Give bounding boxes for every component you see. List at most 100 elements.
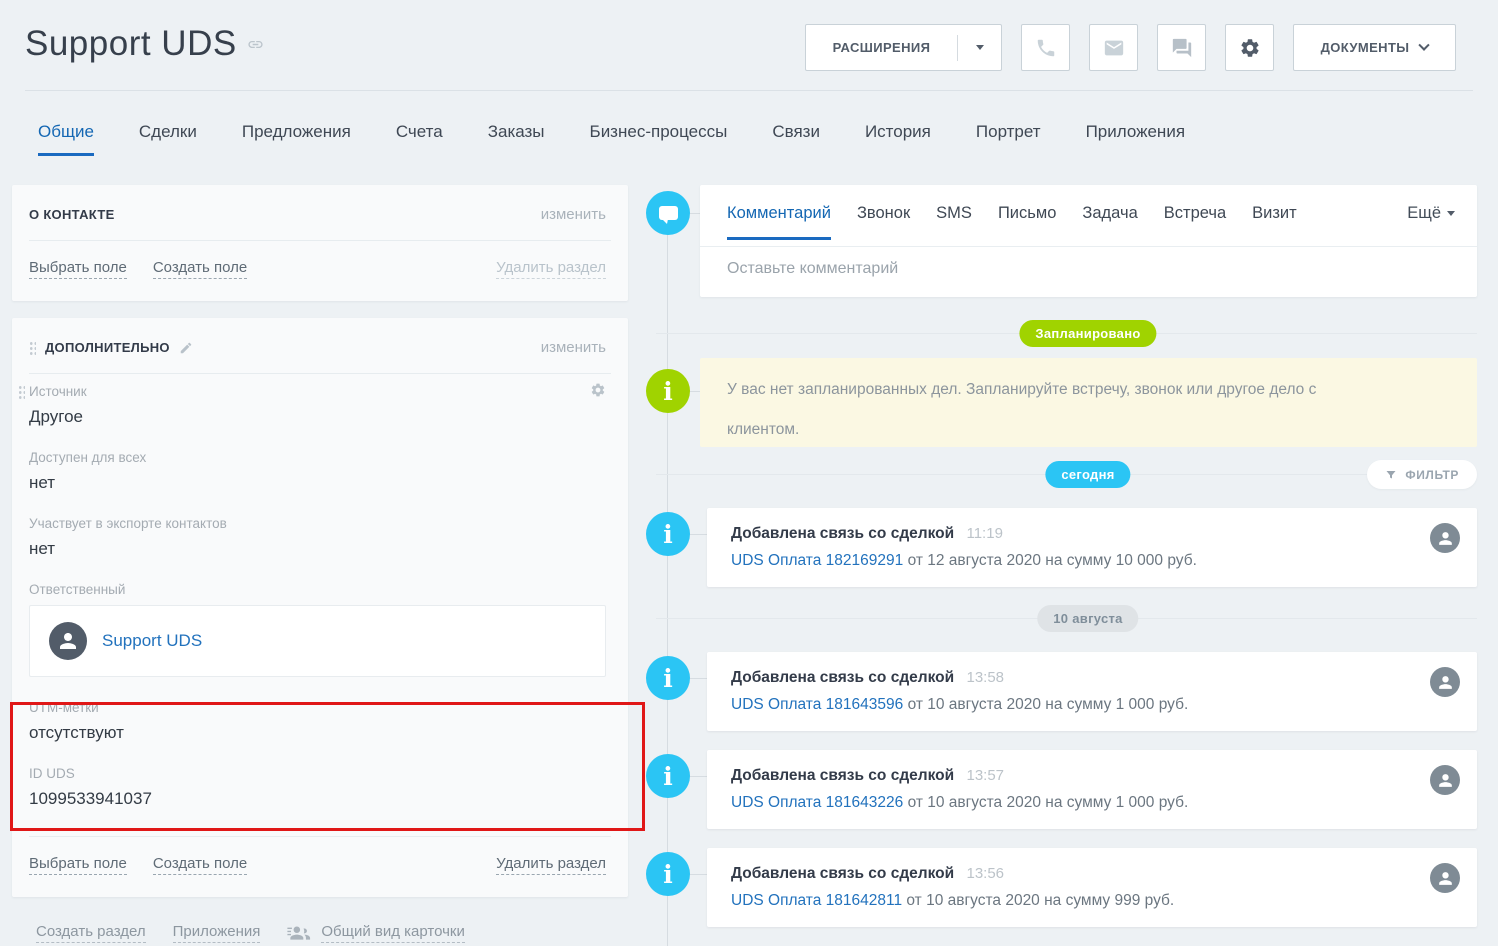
additional-create-field-link[interactable]: Создать поле [153, 855, 247, 875]
chat-icon [1171, 37, 1193, 59]
extensions-button[interactable]: РАСШИРЕНИЯ [805, 24, 1002, 71]
timeline-connector [690, 678, 707, 679]
person-icon [1436, 529, 1455, 548]
responsible-name-link[interactable]: Support UDS [102, 631, 202, 651]
planned-badge: Запланировано [1019, 320, 1156, 347]
additional-section-title: ДОПОЛНИТЕЛЬНО [45, 340, 170, 355]
composer-tab-comment[interactable]: Комментарий [727, 204, 831, 240]
info-marker-icon: i [646, 754, 690, 798]
field-responsible: Ответственный Support UDS [29, 582, 606, 677]
composer-more-label: Ещё [1407, 204, 1441, 223]
tab-relations[interactable]: Связи [772, 122, 820, 156]
timeline-entry: Добавлена связь со сделкой 13:56 UDS Опл… [707, 848, 1477, 927]
tab-deals[interactable]: Сделки [139, 122, 197, 156]
tab-apps[interactable]: Приложения [1086, 122, 1185, 156]
entry-title: Добавлена связь со сделкой [731, 669, 954, 686]
comment-input[interactable] [727, 260, 1450, 278]
section-drag-handle-icon[interactable] [29, 341, 36, 355]
composer-tab-task[interactable]: Задача [1082, 204, 1137, 240]
entry-text: от 10 августа 2020 на сумму 1 000 руб. [908, 794, 1189, 811]
avatar[interactable] [1430, 523, 1460, 553]
avatar [49, 622, 87, 660]
rename-section-pencil-icon[interactable] [179, 341, 193, 355]
entry-title: Добавлена связь со сделкой [731, 767, 954, 784]
card-view-link[interactable]: Общий вид карточки [321, 923, 465, 943]
avatar[interactable] [1430, 863, 1460, 893]
header-actions: РАСШИРЕНИЯ ДОКУМЕНТЫ [805, 24, 1456, 71]
composer-more-menu[interactable]: Ещё [1407, 204, 1455, 223]
email-button[interactable] [1089, 24, 1138, 71]
composer-tab-call[interactable]: Звонок [857, 204, 910, 240]
entry-text: от 10 августа 2020 на сумму 999 руб. [906, 892, 1174, 909]
timeline-connector [690, 534, 707, 535]
additional-delete-section-link[interactable]: Удалить раздел [496, 855, 606, 875]
crm-tab-bar: Общие Сделки Предложения Счета Заказы Би… [38, 122, 1185, 156]
caret-down-icon [1447, 211, 1455, 216]
composer-tab-visit[interactable]: Визит [1252, 204, 1297, 240]
deal-link[interactable]: UDS Оплата 182169291 [731, 552, 903, 569]
field-available-value: нет [29, 473, 606, 493]
deal-link[interactable]: UDS Оплата 181642811 [731, 892, 902, 909]
call-button[interactable] [1021, 24, 1070, 71]
additional-edit-link[interactable]: изменить [541, 339, 606, 356]
no-planned-text: У вас нет запланированных дел. Запланиру… [727, 370, 1387, 450]
no-planned-notice: У вас нет запланированных дел. Запланиру… [700, 358, 1477, 447]
about-section-title: О КОНТАКТЕ [29, 207, 115, 222]
caret-down-icon [976, 45, 984, 50]
field-source: Источник Другое [29, 384, 606, 427]
documents-button[interactable]: ДОКУМЕНТЫ [1293, 24, 1456, 71]
apps-link[interactable]: Приложения [173, 923, 261, 943]
entry-time: 13:58 [966, 669, 1004, 686]
about-create-field-link[interactable]: Создать поле [153, 259, 247, 279]
tab-invoices[interactable]: Счета [396, 122, 443, 156]
tab-history[interactable]: История [865, 122, 931, 156]
timeline-line [667, 213, 668, 946]
info-marker-green-icon: i [646, 369, 690, 413]
person-icon [1436, 771, 1455, 790]
person-icon [1436, 869, 1455, 888]
composer-tab-meeting[interactable]: Встреча [1164, 204, 1226, 240]
composer-tab-sms[interactable]: SMS [936, 204, 972, 240]
additional-select-field-link[interactable]: Выбрать поле [29, 855, 127, 875]
tab-business-processes[interactable]: Бизнес-процессы [590, 122, 728, 156]
tab-portrait[interactable]: Портрет [976, 122, 1041, 156]
field-id-uds-label: ID UDS [29, 766, 75, 781]
info-marker-icon: i [646, 852, 690, 896]
extensions-dropdown-toggle[interactable] [958, 45, 1001, 50]
create-section-link[interactable]: Создать раздел [36, 923, 146, 943]
field-drag-handle-icon[interactable] [18, 385, 25, 399]
tab-orders[interactable]: Заказы [488, 122, 545, 156]
avatar[interactable] [1430, 765, 1460, 795]
page-title: Support UDS [25, 24, 264, 64]
header-divider [25, 90, 1473, 91]
comment-marker-icon [646, 191, 690, 235]
settings-button[interactable] [1225, 24, 1274, 71]
avatar[interactable] [1430, 667, 1460, 697]
field-utm-label: UTM-метки [29, 700, 99, 715]
filter-label: ФИЛЬТР [1405, 468, 1459, 482]
composer-tab-bar: Комментарий Звонок SMS Письмо Задача Вст… [700, 185, 1477, 247]
field-settings-gear-icon[interactable] [590, 382, 606, 398]
funnel-icon [1385, 469, 1397, 481]
about-delete-section-link[interactable]: Удалить раздел [496, 259, 606, 279]
entry-time: 11:19 [966, 525, 1002, 542]
responsible-card[interactable]: Support UDS [29, 605, 606, 677]
people-icon [287, 924, 313, 942]
copy-link-icon[interactable] [247, 36, 264, 53]
about-select-field-link[interactable]: Выбрать поле [29, 259, 127, 279]
deal-link[interactable]: UDS Оплата 181643596 [731, 696, 903, 713]
contact-sidebar: О КОНТАКТЕ изменить Выбрать поле Создать… [12, 185, 628, 943]
chat-button[interactable] [1157, 24, 1206, 71]
about-edit-link[interactable]: изменить [541, 206, 606, 223]
info-marker-icon: i [646, 656, 690, 700]
timeline-entry: Добавлена связь со сделкой 13:57 UDS Опл… [707, 750, 1477, 829]
deal-link[interactable]: UDS Оплата 181643226 [731, 794, 903, 811]
filter-button[interactable]: ФИЛЬТР [1367, 460, 1477, 489]
composer-tab-email[interactable]: Письмо [998, 204, 1056, 240]
field-utm-value: отсутствуют [29, 723, 606, 743]
card-view-link-wrap[interactable]: Общий вид карточки [287, 923, 465, 943]
tab-quotes[interactable]: Предложения [242, 122, 351, 156]
tab-general[interactable]: Общие [38, 122, 94, 156]
timeline-entry: Добавлена связь со сделкой 11:19 UDS Опл… [707, 508, 1477, 587]
field-export-value: нет [29, 539, 606, 559]
